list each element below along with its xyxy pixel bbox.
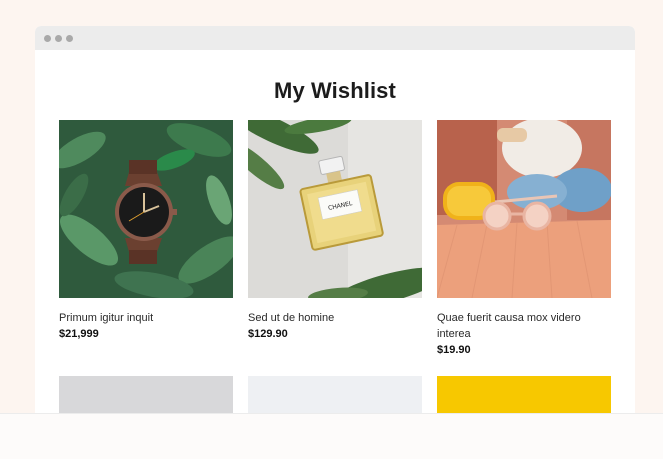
window-titlebar: [35, 26, 635, 50]
window-control-dot[interactable]: [44, 34, 51, 42]
product-name[interactable]: Quae fuerit causa mox videro interea: [437, 310, 611, 342]
browser-window: My Wishlist Primum igitur inquit $21,999…: [35, 26, 635, 458]
product-thumbnail[interactable]: [248, 376, 422, 416]
product-card[interactable]: Quae fuerit causa mox videro interea $19…: [437, 120, 611, 356]
wristwatch-photo[interactable]: [59, 120, 233, 298]
page-footer-area: [0, 413, 663, 459]
product-thumbnail[interactable]: [437, 376, 611, 416]
product-name[interactable]: Sed ut de homine: [248, 310, 422, 326]
product-card[interactable]: Primum igitur inquit $21,999: [59, 120, 233, 340]
product-price: $19.90: [437, 344, 471, 356]
product-price: $129.90: [248, 328, 288, 340]
product-thumbnail[interactable]: [59, 376, 233, 416]
window-control-dot[interactable]: [55, 34, 62, 42]
perfume-bottle-photo[interactable]: CHANEL: [248, 120, 422, 298]
product-card[interactable]: CHANEL Sed ut de homine $129.90: [248, 120, 422, 340]
product-name[interactable]: Primum igitur inquit: [59, 310, 233, 326]
window-control-dot[interactable]: [66, 34, 73, 42]
page-title: My Wishlist: [274, 78, 396, 103]
product-price: $21,999: [59, 328, 99, 340]
sunglasses-photo[interactable]: [437, 120, 611, 298]
